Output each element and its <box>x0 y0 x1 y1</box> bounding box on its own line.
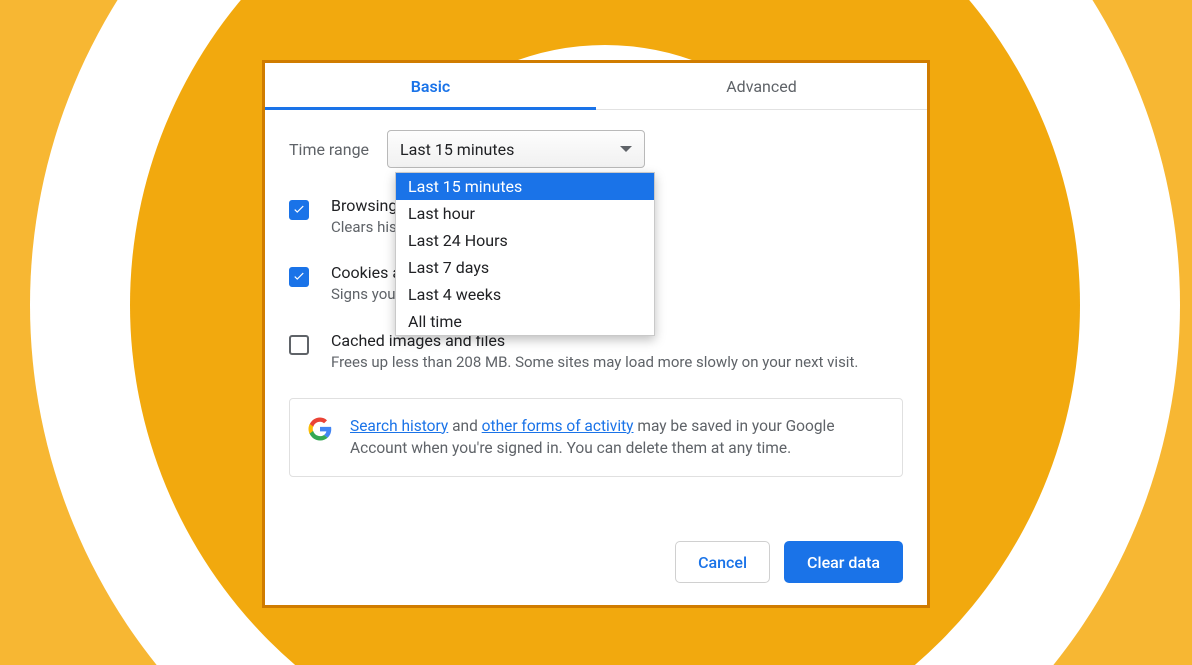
chevron-down-icon <box>620 146 632 152</box>
dialog-footer: Cancel Clear data <box>265 531 927 605</box>
checkbox-browsing-history[interactable] <box>289 200 309 220</box>
dialog-body: Time range Last 15 minutes Last 15 minut… <box>265 110 927 531</box>
checkmark-icon <box>292 270 306 284</box>
info-text: Search history and other forms of activi… <box>350 415 884 460</box>
info-text-fragment: and <box>448 417 481 435</box>
option-text: Cached images and files Frees up less th… <box>331 331 903 372</box>
time-range-option[interactable]: Last 4 weeks <box>396 281 654 308</box>
tabs-bar: Basic Advanced <box>265 63 927 110</box>
time-range-select[interactable]: Last 15 minutes <box>387 130 645 168</box>
tab-advanced[interactable]: Advanced <box>596 63 927 109</box>
google-logo-icon <box>308 417 332 441</box>
time-range-label: Time range <box>289 140 369 159</box>
clear-data-button[interactable]: Clear data <box>784 541 903 583</box>
time-range-dropdown: Last 15 minutes Last hour Last 24 Hours … <box>395 172 655 336</box>
checkmark-icon <box>292 203 306 217</box>
clear-browsing-data-dialog: Basic Advanced Time range Last 15 minute… <box>262 60 930 608</box>
time-range-option[interactable]: Last 7 days <box>396 254 654 281</box>
google-account-info-box: Search history and other forms of activi… <box>289 398 903 477</box>
tab-basic[interactable]: Basic <box>265 63 596 109</box>
link-search-history[interactable]: Search history <box>350 417 448 435</box>
checkbox-cookies[interactable] <box>289 267 309 287</box>
time-range-row: Time range Last 15 minutes Last 15 minut… <box>289 130 903 168</box>
cancel-button[interactable]: Cancel <box>675 541 770 583</box>
time-range-option[interactable]: Last 15 minutes <box>396 173 654 200</box>
option-subtitle: Frees up less than 208 MB. Some sites ma… <box>331 352 903 372</box>
time-range-option[interactable]: All time <box>396 308 654 335</box>
link-other-activity[interactable]: other forms of activity <box>482 417 634 435</box>
time-range-selected-value: Last 15 minutes <box>400 140 514 159</box>
option-row-cache: Cached images and files Frees up less th… <box>289 331 903 372</box>
time-range-option[interactable]: Last hour <box>396 200 654 227</box>
checkbox-cache[interactable] <box>289 335 309 355</box>
time-range-option[interactable]: Last 24 Hours <box>396 227 654 254</box>
